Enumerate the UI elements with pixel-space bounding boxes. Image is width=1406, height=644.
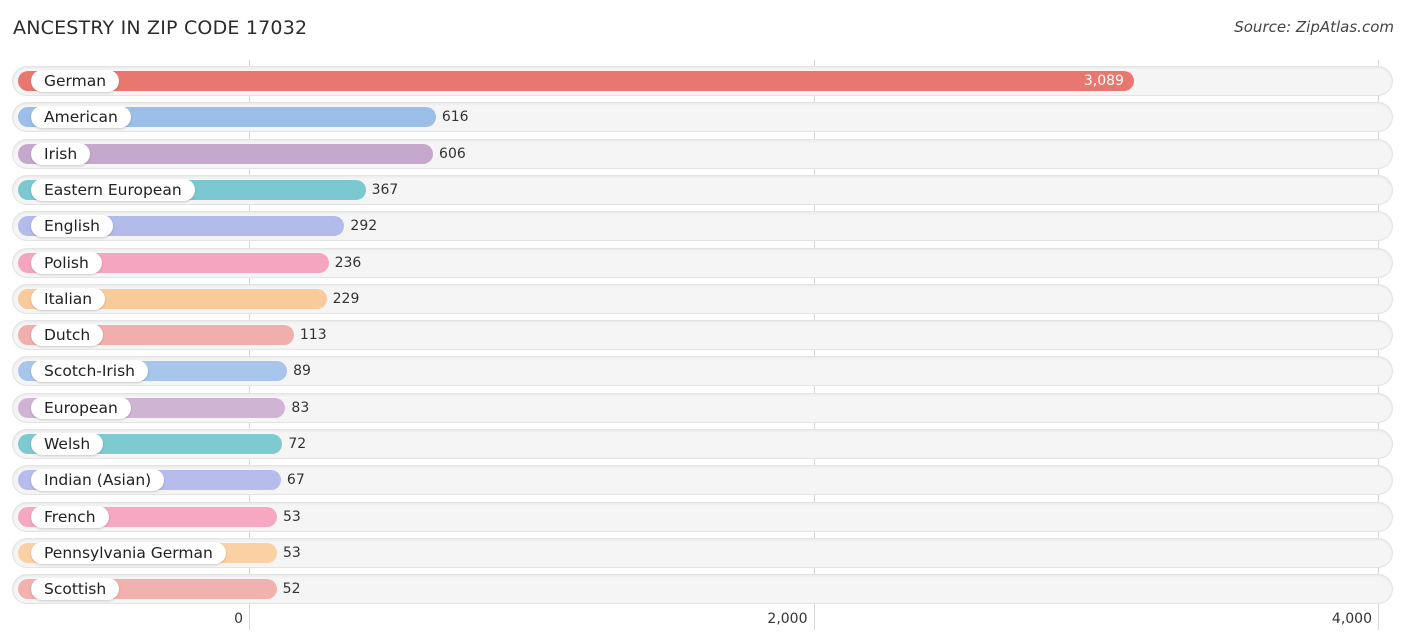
- value-label: 292: [350, 218, 378, 235]
- value-label: 113: [299, 327, 327, 344]
- value-label: 236: [334, 254, 362, 271]
- category-label: Scotch-Irish: [31, 360, 149, 383]
- value-label: 606: [439, 145, 466, 162]
- value-label: 367: [371, 181, 399, 198]
- x-tick-label: 4,000: [1331, 611, 1372, 627]
- value-label: 89: [293, 363, 311, 380]
- value-label: 3,089: [1083, 73, 1124, 89]
- category-label: Polish: [31, 251, 102, 274]
- category-label: Irish: [31, 142, 91, 165]
- bar-chart: 0 2,000 4,000 German 3,089 American 616 Irish 60…: [0, 0, 1406, 644]
- category-label: Italian: [31, 287, 106, 310]
- category-label: American: [31, 106, 131, 129]
- category-label: Welsh: [31, 433, 104, 455]
- value-label: 229: [332, 290, 360, 307]
- category-label: German: [31, 70, 120, 92]
- value-label: 72: [288, 436, 307, 452]
- category-label: European: [31, 396, 131, 419]
- value-label: 52: [282, 581, 301, 598]
- category-label: Indian (Asian): [31, 469, 165, 492]
- value-label: 53: [282, 544, 301, 561]
- bar[interactable]: [18, 71, 1134, 91]
- value-label: 83: [291, 399, 310, 416]
- category-label: English: [31, 215, 113, 238]
- category-label: Dutch: [31, 324, 104, 347]
- category-label: Scottish: [31, 578, 120, 601]
- value-label: 67: [286, 472, 305, 489]
- value-label: 53: [282, 508, 301, 525]
- value-label: 616: [441, 109, 469, 126]
- category-label: Pennsylvania German: [31, 541, 226, 564]
- x-tick-label: 2,000: [767, 611, 808, 627]
- x-tick-label: 0: [234, 611, 243, 627]
- category-label: French: [31, 505, 109, 528]
- category-label: Eastern European: [31, 178, 195, 201]
